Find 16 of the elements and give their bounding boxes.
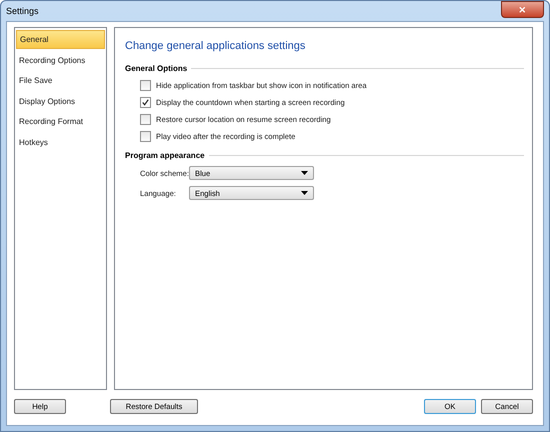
sidebar-item[interactable]: Display Options (16, 92, 105, 110)
sidebar-item[interactable]: Hotkeys (16, 132, 105, 152)
checkbox[interactable] (140, 80, 151, 91)
checkbox[interactable] (140, 114, 151, 125)
sidebar-item[interactable]: General (16, 30, 105, 49)
caret-icon (301, 171, 308, 175)
panel-heading: Change general applications settings (125, 40, 306, 52)
sidebar-item[interactable]: File Save (16, 71, 105, 90)
sidebar-item[interactable]: Recording Format (16, 112, 105, 131)
group-title: General Options (125, 64, 188, 73)
window-title: Settings (6, 6, 39, 16)
checkbox[interactable] (140, 131, 151, 142)
checkbox[interactable] (140, 97, 151, 108)
caret-icon (301, 191, 308, 195)
group-title: Program appearance (125, 151, 205, 160)
sidebar-item[interactable]: Recording Options (16, 50, 105, 70)
